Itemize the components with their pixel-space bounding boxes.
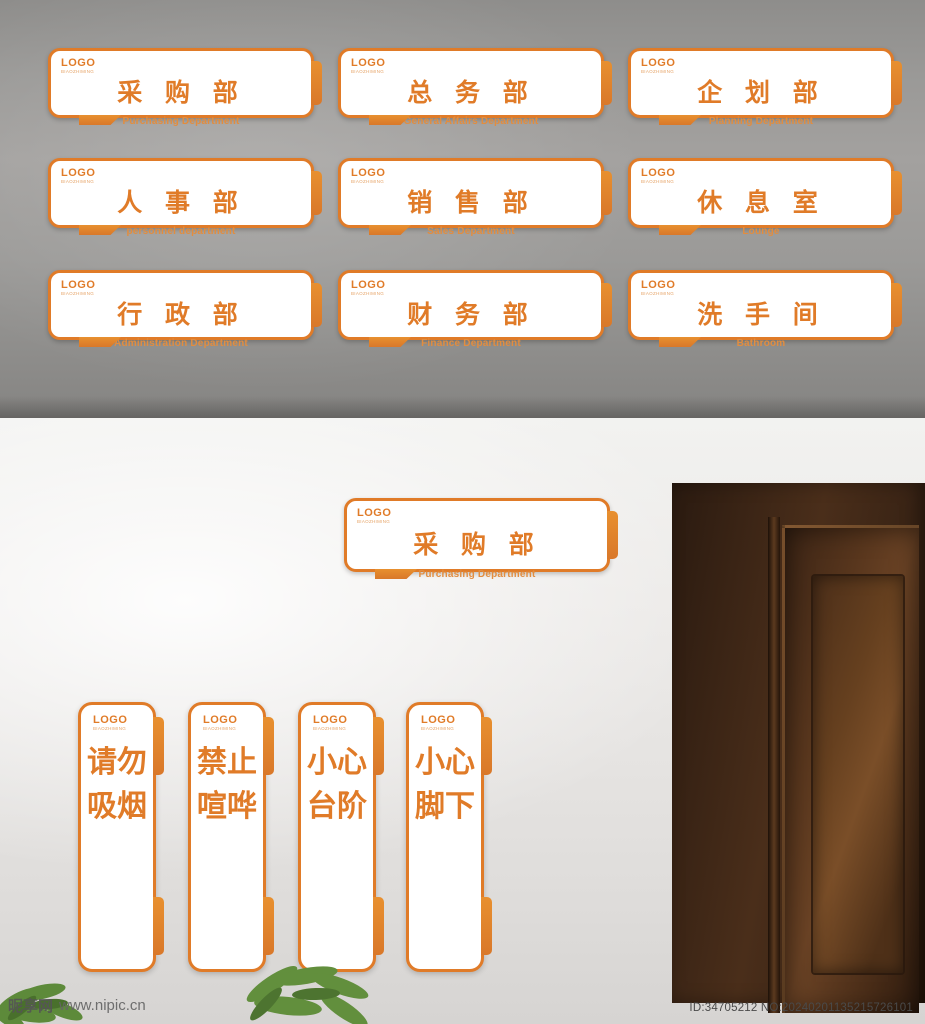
- image-id-text: ID:34705212 NO:20240201135215726101: [689, 1002, 913, 1014]
- logo-text: LOGO: [61, 167, 96, 179]
- sign-title-cn: 人 事 部: [117, 188, 245, 217]
- logo-subtext: BIAOZHIMING: [641, 69, 675, 74]
- vertical-sign-plate: LOGO BIAOZHIMING 请勿吸烟: [78, 702, 164, 972]
- plate-right-tab: [891, 283, 902, 327]
- logo-text: LOGO: [357, 507, 392, 519]
- sign-plate: LOGO BIAOZHIMING 企 划 部 Planning Departme…: [628, 48, 902, 127]
- vertical-sign-plate: LOGO BIAOZHIMING 禁止喧哗: [188, 702, 274, 972]
- logo-subtext: BIAOZHIMING: [351, 69, 385, 74]
- logo-text: LOGO: [421, 714, 456, 726]
- logo-text: LOGO: [61, 279, 96, 291]
- logo: LOGO BIAOZHIMING: [421, 715, 455, 732]
- logo-subtext: BIAOZHIMING: [357, 519, 391, 524]
- door-inner-frame: [782, 525, 919, 1013]
- logo-subtext: BIAOZHIMING: [421, 726, 455, 731]
- sign-title-cn: 企 划 部: [697, 78, 825, 107]
- logo-subtext: BIAOZHIMING: [313, 726, 347, 731]
- logo-text: LOGO: [641, 279, 676, 291]
- sign-plate: LOGO BIAOZHIMING 销 售 部 Sales Department: [338, 158, 612, 237]
- plate-right-tab-lower: [263, 897, 274, 955]
- plate-right-tab: [891, 61, 902, 105]
- logo-text: LOGO: [203, 714, 238, 726]
- sign-plate: LOGO BIAOZHIMING 总 务 部 General Affairs D…: [338, 48, 612, 127]
- logo-text: LOGO: [641, 57, 676, 69]
- logo: LOGO BIAOZHIMING: [61, 168, 95, 185]
- vertical-sign-text: 禁止喧哗: [197, 745, 257, 824]
- watermark: 昵享网 www.nipic.cn: [8, 995, 146, 1016]
- sign-title-cn: 销 售 部: [407, 188, 535, 217]
- logo: LOGO BIAOZHIMING: [357, 508, 391, 525]
- plate-right-tab-lower: [481, 897, 492, 955]
- plate-right-tab-upper: [481, 717, 492, 775]
- logo-text: LOGO: [313, 714, 348, 726]
- sign-title-cn: 行 政 部: [117, 300, 245, 329]
- vertical-sign-text: 小心脚下: [415, 745, 475, 824]
- watermark-cn: 昵享网: [8, 997, 54, 1015]
- plate-right-tab-lower: [373, 897, 384, 955]
- plate-right-tab: [607, 511, 618, 559]
- logo-text: LOGO: [351, 57, 386, 69]
- plate-right-tab: [601, 283, 612, 327]
- logo-subtext: BIAOZHIMING: [61, 69, 95, 74]
- vertical-sign-text: 请勿吸烟: [87, 745, 147, 824]
- logo-text: LOGO: [351, 167, 386, 179]
- logo: LOGO BIAOZHIMING: [641, 168, 675, 185]
- vertical-sign-text: 小心台阶: [307, 745, 367, 824]
- logo-text: LOGO: [61, 57, 96, 69]
- sign-title-cn: 总 务 部: [407, 78, 535, 107]
- plate-right-tab: [311, 171, 322, 215]
- poster-canvas: LOGO BIAOZHIMING 采 购 部 Purchasing Depart…: [0, 0, 925, 1024]
- plate-right-tab: [601, 61, 612, 105]
- sign-plate: LOGO BIAOZHIMING 财 务 部 Finance Departmen…: [338, 270, 612, 349]
- sign-title-cn: 财 务 部: [407, 300, 535, 329]
- logo: LOGO BIAOZHIMING: [351, 58, 385, 75]
- wooden-door: [672, 483, 925, 1013]
- sign-title-cn: 采 购 部: [413, 530, 541, 559]
- sign-plate: LOGO BIAOZHIMING 采 购 部 Purchasing Depart…: [48, 48, 322, 127]
- sign-plate: LOGO BIAOZHIMING 人 事 部 personnel departm…: [48, 158, 322, 237]
- vertical-sign-plate: LOGO BIAOZHIMING 小心脚下: [406, 702, 492, 972]
- sign-title-cn: 休 息 室: [697, 188, 825, 217]
- plate-right-tab: [891, 171, 902, 215]
- plate-right-tab-lower: [153, 897, 164, 955]
- plate-right-tab-upper: [153, 717, 164, 775]
- sign-plate: LOGO BIAOZHIMING 休 息 室 Lounge: [628, 158, 902, 237]
- logo: LOGO BIAOZHIMING: [641, 58, 675, 75]
- logo-subtext: BIAOZHIMING: [203, 726, 237, 731]
- door-panel: [813, 576, 903, 973]
- logo-subtext: BIAOZHIMING: [61, 179, 95, 184]
- logo-subtext: BIAOZHIMING: [351, 179, 385, 184]
- logo-subtext: BIAOZHIMING: [61, 291, 95, 296]
- logo: LOGO BIAOZHIMING: [313, 715, 347, 732]
- sign-plate: LOGO BIAOZHIMING 行 政 部 Administration De…: [48, 270, 322, 349]
- logo-text: LOGO: [93, 714, 128, 726]
- plate-right-tab: [311, 61, 322, 105]
- sign-plate: LOGO BIAOZHIMING 洗 手 间 Bathroom: [628, 270, 902, 349]
- watermark-url: www.nipic.cn: [59, 997, 146, 1014]
- logo: LOGO BIAOZHIMING: [351, 168, 385, 185]
- logo: LOGO BIAOZHIMING: [203, 715, 237, 732]
- mockup-sign-plate: LOGO BIAOZHIMING 采 购 部 Purchasing Depart…: [344, 498, 618, 580]
- logo-text: LOGO: [641, 167, 676, 179]
- logo: LOGO BIAOZHIMING: [351, 280, 385, 297]
- plate-right-tab-upper: [373, 717, 384, 775]
- door-edge: [768, 517, 780, 1013]
- logo: LOGO BIAOZHIMING: [61, 280, 95, 297]
- logo: LOGO BIAOZHIMING: [93, 715, 127, 732]
- plate-right-tab: [311, 283, 322, 327]
- sign-title-cn: 采 购 部: [117, 78, 245, 107]
- logo: LOGO BIAOZHIMING: [641, 280, 675, 297]
- logo-subtext: BIAOZHIMING: [93, 726, 127, 731]
- plate-right-tab: [601, 171, 612, 215]
- logo-subtext: BIAOZHIMING: [351, 291, 385, 296]
- sign-title-cn: 洗 手 间: [697, 300, 825, 329]
- plate-right-tab-upper: [263, 717, 274, 775]
- vertical-sign-plate: LOGO BIAOZHIMING 小心台阶: [298, 702, 384, 972]
- logo-subtext: BIAOZHIMING: [641, 179, 675, 184]
- logo: LOGO BIAOZHIMING: [61, 58, 95, 75]
- logo-text: LOGO: [351, 279, 386, 291]
- logo-subtext: BIAOZHIMING: [641, 291, 675, 296]
